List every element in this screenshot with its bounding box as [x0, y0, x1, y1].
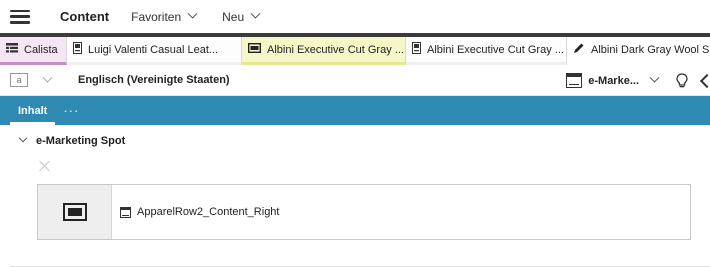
menu-neu[interactable]: Neu	[222, 8, 261, 24]
list-icon	[6, 43, 18, 56]
menu-favoriten[interactable]: Favoriten	[131, 8, 198, 24]
chevron-down-icon[interactable]	[18, 133, 28, 143]
language-icon-text: a	[16, 75, 22, 85]
pencil-icon	[573, 42, 585, 57]
app-header: Content Favoriten Neu	[0, 0, 710, 33]
tab-albini-dark-gray[interactable]: Albini Dark Gray Wool Sui...	[567, 37, 710, 65]
section-title: e-Marketing Spot	[36, 135, 126, 147]
chevron-down-icon	[187, 8, 198, 19]
lightbulb-icon[interactable]	[676, 72, 688, 89]
chevron-down-icon[interactable]	[42, 72, 53, 83]
toolbar-actions: e-Marke...	[566, 65, 710, 96]
linked-item-label[interactable]: ApparelRow2_Content_Right	[137, 206, 279, 218]
tab-label: Albini Executive Cut Gray ...	[427, 43, 564, 56]
tab-label: Calista	[24, 43, 58, 56]
document-type-icon	[120, 206, 131, 218]
chevron-down-icon	[250, 8, 261, 19]
tab-label: Albini Dark Gray Wool Sui...	[591, 43, 710, 56]
tab-inhalt[interactable]: Inhalt	[10, 96, 56, 125]
linked-item-card[interactable]: ApparelRow2_Content_Right	[37, 184, 691, 240]
document-tabs: Calista Luigi Valenti Casual Leat... Alb…	[0, 33, 710, 65]
section-header[interactable]: e-Marketing Spot	[0, 125, 710, 157]
tab-calista[interactable]: Calista	[0, 37, 67, 65]
language-icon[interactable]: a	[10, 73, 28, 87]
tab-albini-executive-1[interactable]: Albini Executive Cut Gray ...	[242, 37, 406, 65]
item-thumbnail	[38, 185, 112, 239]
form-content: e-Marketing Spot ApparelRow2_Content_Rig…	[0, 125, 710, 267]
product-icon	[412, 42, 421, 57]
product-icon	[73, 42, 82, 57]
chevron-left-icon[interactable]	[699, 73, 710, 88]
tab-label: Albini Executive Cut Gray ...	[267, 43, 404, 56]
menu-favoriten-label: Favoriten	[131, 9, 182, 24]
tab-albini-executive-2[interactable]: Albini Executive Cut Gray ...	[406, 37, 567, 65]
form-tab-bar: Inhalt ···	[0, 96, 710, 125]
menu-neu-label: Neu	[222, 9, 245, 24]
tab-label: Luigi Valenti Casual Leat...	[88, 43, 219, 56]
document-toolbar: a Englisch (Vereinigte Staaten) e-Marke.…	[0, 65, 710, 96]
chevron-down-icon[interactable]	[649, 72, 660, 83]
app-title: Content	[60, 9, 110, 24]
remove-icon[interactable]	[38, 159, 52, 173]
hamburger-menu-icon[interactable]	[10, 9, 30, 24]
display-icon	[247, 42, 262, 56]
more-tabs-icon[interactable]: ···	[55, 96, 87, 125]
display-icon	[62, 203, 87, 221]
tab-luigi-valenti[interactable]: Luigi Valenti Casual Leat...	[67, 37, 242, 65]
document-type-icon	[566, 73, 583, 88]
locale-label: Englisch (Vereinigte Staaten)	[78, 74, 230, 86]
document-type-label[interactable]: e-Marke...	[588, 75, 639, 87]
